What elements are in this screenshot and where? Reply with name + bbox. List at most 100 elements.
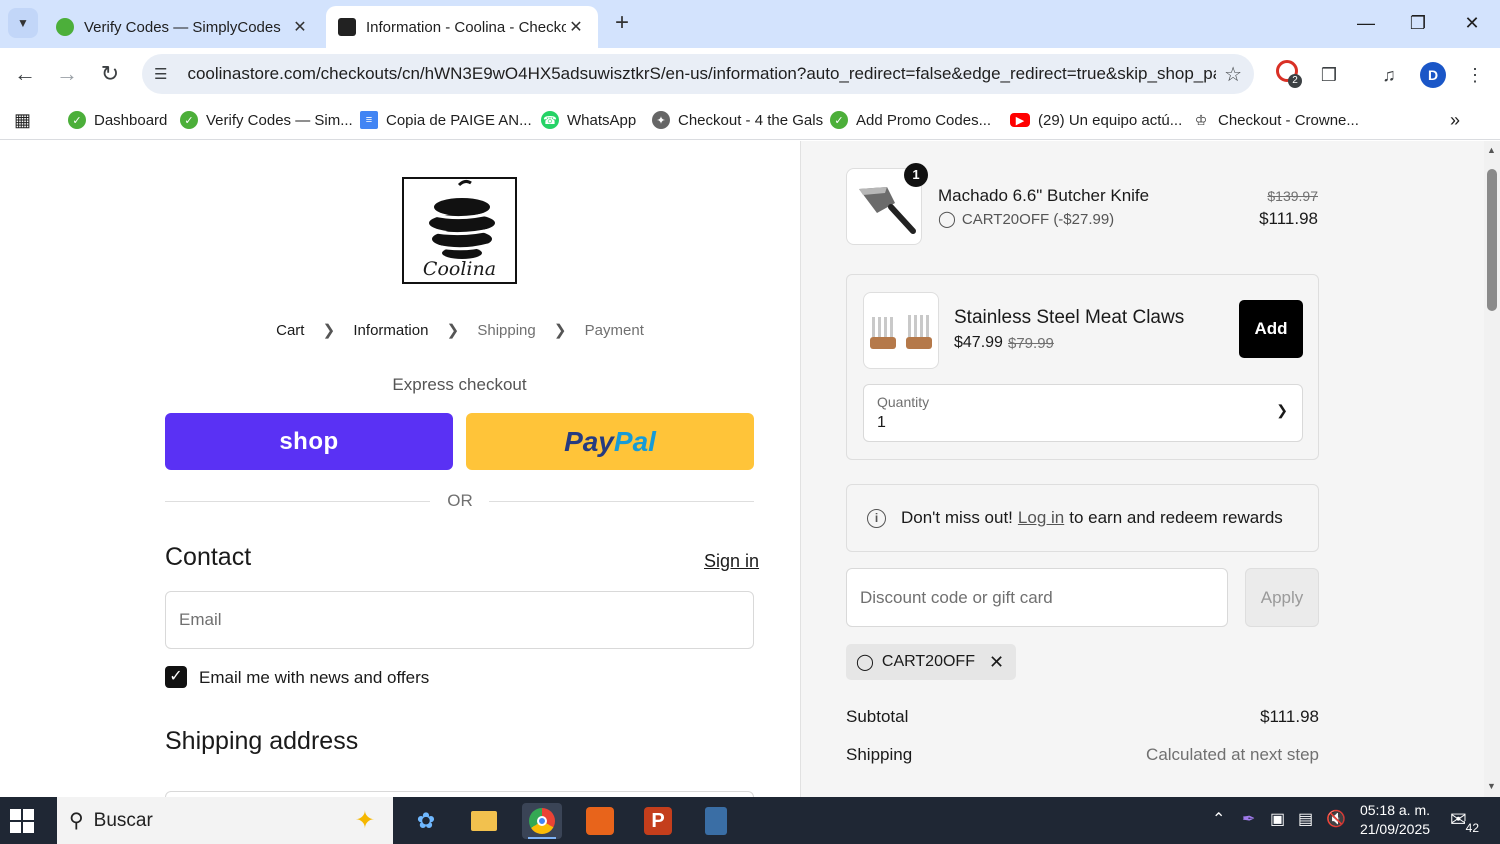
clock-time: 05:18 a. m.: [1359, 802, 1431, 818]
close-icon[interactable]: ✕: [290, 17, 310, 37]
chevron-right-icon: ❯: [322, 322, 336, 339]
pen-icon[interactable]: ✒: [1242, 809, 1255, 829]
media-control-icon[interactable]: ♫: [1374, 60, 1404, 90]
bookmark-favicon-icon: ✓: [830, 111, 848, 129]
chrome-icon[interactable]: [522, 803, 562, 839]
quantity-select[interactable]: Quantity 1 ❯: [863, 384, 1303, 442]
copilot-icon[interactable]: ✿: [406, 803, 446, 839]
extensions-puzzle-icon[interactable]: ❒: [1314, 60, 1344, 90]
rewards-banner: i Don't miss out! Log in to earn and red…: [846, 484, 1319, 552]
close-window-icon[interactable]: ✕: [1452, 8, 1492, 38]
product-price: $111.98: [1259, 209, 1318, 228]
calculator-icon[interactable]: [696, 803, 736, 839]
network-icon[interactable]: ▤: [1298, 809, 1313, 829]
meet-icon[interactable]: ▣: [1270, 809, 1285, 829]
chevron-right-icon: ❯: [553, 322, 567, 339]
apple-spiral-logo-icon: [429, 179, 495, 259]
chevron-down-icon: ▼: [17, 16, 29, 30]
tab-search-button[interactable]: ▼: [8, 8, 38, 38]
remove-discount-icon[interactable]: ✕: [989, 652, 1004, 673]
add-upsell-button[interactable]: Add: [1239, 300, 1303, 358]
apply-discount-button[interactable]: Apply: [1245, 568, 1319, 627]
breadcrumb-payment: Payment: [584, 322, 644, 339]
more-bookmarks-icon[interactable]: »: [1450, 108, 1460, 132]
site-settings-icon[interactable]: ☰: [154, 65, 167, 83]
browser-toolbar: ← → ↻ ☰ coolinastore.com/checkouts/cn/hW…: [0, 48, 1500, 100]
email-field[interactable]: [165, 591, 754, 649]
menu-kebab-icon[interactable]: ⋮: [1460, 60, 1490, 90]
reload-icon[interactable]: ↻: [95, 60, 125, 90]
bookmark-crowne[interactable]: ♔ Checkout - Crowne...: [1192, 108, 1359, 132]
paypal-button[interactable]: PayPal: [466, 413, 754, 470]
breadcrumb-cart[interactable]: Cart: [276, 322, 304, 339]
or-text: OR: [447, 491, 473, 510]
scrollbar-thumb[interactable]: [1487, 169, 1497, 311]
volume-muted-icon[interactable]: 🔇: [1326, 809, 1346, 829]
profile-avatar[interactable]: D: [1420, 62, 1446, 88]
subtotal-row: Subtotal $111.98: [846, 707, 1319, 727]
simplycodes-favicon-icon: [56, 18, 74, 36]
divider-line: [165, 501, 430, 502]
tab-coolina-checkout[interactable]: Information - Coolina - Checkout ✕: [326, 6, 598, 48]
address-bar[interactable]: ☰ coolinastore.com/checkouts/cn/hWN3E9wO…: [142, 54, 1254, 94]
sparkle-icon: ✦: [354, 807, 375, 834]
minimize-icon[interactable]: —: [1346, 8, 1386, 38]
tray-chevron-up-icon[interactable]: ⌃: [1212, 809, 1225, 829]
page-scrollbar[interactable]: ▲ ▼: [1484, 141, 1500, 797]
breadcrumb: Cart ❯ Information ❯ Shipping ❯ Payment: [0, 321, 800, 339]
forward-icon[interactable]: →: [52, 60, 82, 90]
upsell-card: Stainless Steel Meat Claws $47.99 $79.99…: [846, 274, 1319, 460]
quantity-value: 1: [877, 414, 886, 431]
log-in-link[interactable]: Log in: [1018, 508, 1064, 528]
tab-simplycodes[interactable]: Verify Codes — SimplyCodes ✕: [44, 6, 322, 48]
subtotal-label: Subtotal: [846, 707, 909, 726]
breadcrumb-shipping: Shipping: [477, 322, 536, 339]
windows-start-icon[interactable]: [10, 809, 34, 833]
bookmark-4-the-gals[interactable]: ✦ Checkout - 4 the Gals: [652, 108, 823, 132]
shipping-address-heading: Shipping address: [165, 727, 359, 755]
tag-icon: ◯: [856, 654, 874, 671]
url-text: coolinastore.com/checkouts/cn/hWN3E9wO4H…: [187, 64, 1217, 83]
taskbar-clock[interactable]: 05:18 a. m. 21/09/2025: [1352, 801, 1438, 839]
checkout-main: Coolina Cart ❯ Information ❯ Shipping ❯ …: [0, 141, 800, 797]
windows-taskbar: ⚲ Buscar ✦ ✿ P ⌃ ✒ ▣ ▤ 🔇 05:18 a. m. 21/…: [0, 797, 1500, 844]
logo-text: Coolina: [422, 258, 497, 280]
checkmark-icon: ✓: [169, 668, 183, 685]
bookmark-youtube[interactable]: ▶ (29) Un equipo actú...: [1010, 108, 1182, 132]
upsell-thumbnail: [863, 292, 939, 369]
sign-in-link[interactable]: Sign in: [704, 551, 759, 572]
scroll-up-icon[interactable]: ▲: [1487, 145, 1496, 155]
bookmark-whatsapp[interactable]: ☎ WhatsApp: [541, 108, 636, 132]
rewards-text-after: to earn and redeem rewards: [1069, 508, 1283, 527]
discount-code-input[interactable]: [846, 568, 1228, 627]
notification-center[interactable]: ✉ 42: [1450, 807, 1480, 835]
extension-icon[interactable]: 2: [1272, 60, 1302, 90]
powerpoint-icon[interactable]: P: [638, 803, 678, 839]
back-icon[interactable]: ←: [10, 60, 40, 90]
bookmark-add-promo-codes[interactable]: ✓ Add Promo Codes...: [830, 108, 991, 132]
news-checkbox[interactable]: ✓: [165, 666, 187, 688]
extension-badge: 2: [1288, 74, 1302, 88]
express-checkout-title: Express checkout: [392, 375, 527, 394]
bookmark-paige[interactable]: ≡ Copia de PAIGE AN...: [360, 108, 532, 132]
store-logo[interactable]: Coolina: [402, 177, 517, 284]
bookmark-favicon-icon: ✦: [652, 111, 670, 129]
bookmark-dashboard[interactable]: ✓ Dashboard: [68, 108, 167, 132]
paypal-logo-part2: Pal: [613, 426, 656, 457]
shop-pay-button[interactable]: shop: [165, 413, 453, 470]
restore-icon[interactable]: ❐: [1398, 8, 1438, 38]
product-name: Machado 6.6" Butcher Knife: [938, 186, 1150, 205]
apps-grid-icon[interactable]: ▦: [14, 108, 31, 132]
new-tab-button[interactable]: +: [608, 10, 636, 38]
app-orange-icon[interactable]: [580, 803, 620, 839]
taskbar-search[interactable]: ⚲ Buscar ✦: [57, 797, 393, 844]
file-explorer-icon[interactable]: [464, 803, 504, 839]
paypal-logo-part1: Pay: [564, 426, 614, 457]
product-discount: ◯ CART20OFF (-$27.99): [938, 210, 1115, 229]
product-original-price: $139.97: [1267, 188, 1318, 204]
close-icon[interactable]: ✕: [566, 17, 586, 37]
bookmark-star-icon[interactable]: ☆: [1224, 62, 1242, 87]
scroll-down-icon[interactable]: ▼: [1487, 781, 1496, 791]
breadcrumb-information: Information: [353, 322, 429, 339]
bookmark-verify-codes[interactable]: ✓ Verify Codes — Sim...: [180, 108, 353, 132]
